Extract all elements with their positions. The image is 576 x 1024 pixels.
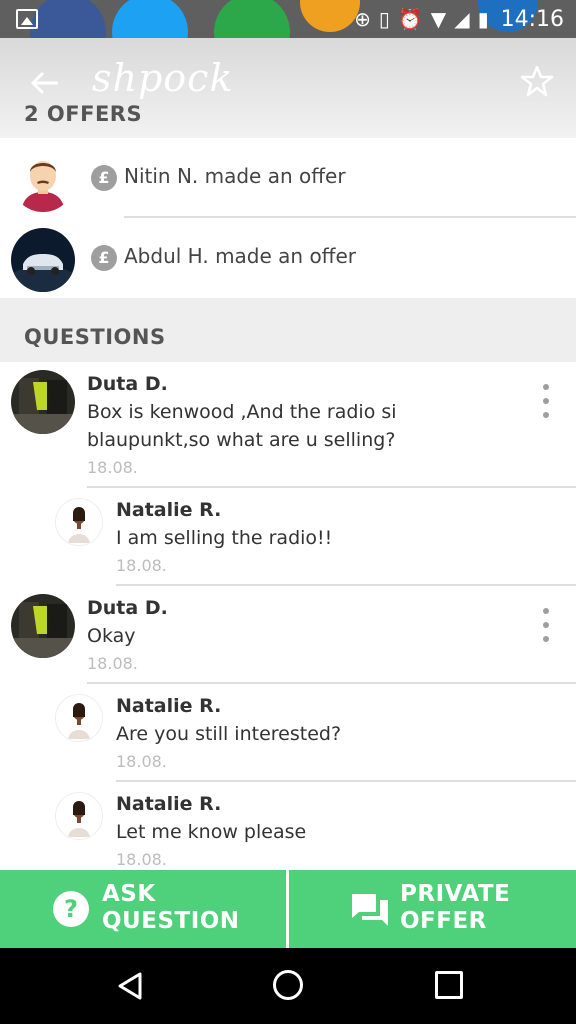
nav-recents-icon[interactable]	[435, 971, 463, 999]
avatar	[11, 370, 75, 434]
shpock-logo: shpock	[92, 56, 234, 100]
wifi-icon: ▼	[430, 7, 447, 31]
chat-icon	[352, 894, 388, 926]
answer-author: Natalie R.	[116, 499, 222, 521]
status-bar: ⊕ ▯ ⏰ ▼ ◢ ▮ 14:16	[0, 0, 576, 70]
battery-icon: ▮	[477, 7, 489, 31]
question-author: Duta D.	[87, 597, 168, 619]
answer-item: Natalie R. Are you still interested? 18.…	[0, 684, 576, 782]
avatar	[55, 498, 103, 546]
bottom-action-bar: ? ASK QUESTION PRIVATE OFFER	[0, 870, 576, 948]
private-offer-label: PRIVATE	[400, 881, 511, 907]
question-item: Duta D. Okay 18.08.	[0, 586, 576, 684]
avatar	[55, 694, 103, 742]
question-author: Duta D.	[87, 373, 168, 395]
answer-author: Natalie R.	[116, 793, 222, 815]
ask-question-button[interactable]: ? ASK QUESTION	[0, 870, 286, 948]
answer-text: I am selling the radio!!	[116, 527, 333, 549]
pound-icon: £	[91, 165, 117, 191]
alarm-icon: ⏰	[397, 7, 423, 31]
private-offer-button[interactable]: PRIVATE OFFER	[289, 870, 576, 948]
offer-text: Nitin N. made an offer	[124, 164, 346, 188]
questions-header: QUESTIONS	[0, 298, 576, 362]
system-nav-bar	[0, 948, 576, 1024]
ask-question-label: ASK	[102, 881, 156, 907]
answer-date: 18.08.	[116, 556, 167, 575]
answer-author: Natalie R.	[116, 695, 222, 717]
app-bubble-icon	[300, 0, 360, 32]
more-options-icon[interactable]	[540, 384, 552, 420]
answer-date: 18.08.	[116, 850, 167, 869]
avatar	[11, 148, 75, 212]
nav-back-icon[interactable]	[114, 970, 146, 1002]
offer-row[interactable]: £ Nitin N. made an offer	[0, 138, 576, 218]
question-date: 18.08.	[87, 654, 138, 673]
app-bar: shpock 2 OFFERS	[0, 38, 576, 138]
offer-text: Abdul H. made an offer	[124, 244, 356, 268]
nav-home-icon[interactable]	[273, 970, 303, 1000]
question-date: 18.08.	[87, 458, 138, 477]
questions-list: Duta D. Box is kenwood ,And the radio si…	[0, 362, 576, 870]
gallery-icon	[16, 9, 38, 29]
offers-title: 2 OFFERS	[24, 102, 143, 126]
star-icon[interactable]	[520, 64, 554, 98]
more-options-icon[interactable]	[540, 608, 552, 644]
signal-icon: ◢	[454, 7, 470, 31]
answer-text: Let me know please	[116, 821, 307, 843]
clock: 14:16	[500, 6, 564, 32]
back-arrow-icon[interactable]	[28, 66, 62, 100]
avatar	[55, 792, 103, 840]
question-item: Duta D. Box is kenwood ,And the radio si…	[0, 362, 576, 488]
status-icons: ⊕ ▯ ⏰ ▼ ◢ ▮ 14:16	[354, 4, 564, 34]
private-offer-label: OFFER	[400, 908, 487, 934]
ask-question-label: QUESTION	[102, 908, 240, 934]
offers-list: £ Nitin N. made an offer £ Abdul H. made…	[0, 138, 576, 298]
vibrate-icon: ▯	[378, 7, 390, 31]
answer-item: Natalie R. Let me know please 18.08.	[0, 782, 576, 870]
questions-title: QUESTIONS	[24, 325, 166, 349]
answer-date: 18.08.	[116, 752, 167, 771]
question-text: Okay	[87, 625, 136, 647]
offer-row[interactable]: £ Abdul H. made an offer	[0, 218, 576, 298]
pound-icon: £	[91, 245, 117, 271]
question-text: blaupunkt,so what are u selling?	[87, 429, 396, 451]
question-text: Box is kenwood ,And the radio si	[87, 401, 397, 423]
question-mark-icon: ?	[53, 891, 89, 927]
avatar	[11, 228, 75, 292]
avatar	[11, 594, 75, 658]
answer-text: Are you still interested?	[116, 723, 342, 745]
answer-item: Natalie R. I am selling the radio!! 18.0…	[0, 488, 576, 586]
data-saver-icon: ⊕	[354, 7, 371, 31]
